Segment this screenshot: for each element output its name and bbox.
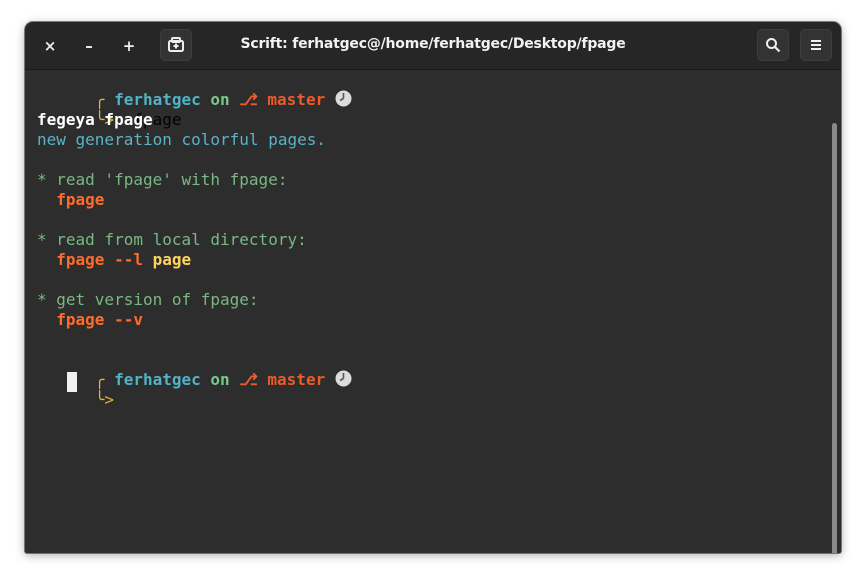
title-bar: × – + Scrift: ferhatgec@/home/ferhatgec/… <box>25 22 841 70</box>
search-button[interactable] <box>757 29 789 61</box>
usage-command: fpage <box>56 310 105 329</box>
usage-comment: * read from local directory: <box>37 230 307 249</box>
prompt-branch: master <box>267 370 326 389</box>
prompt-branch: master <box>267 90 326 109</box>
hamburger-menu-icon <box>811 40 821 50</box>
terminal-window: × – + Scrift: ferhatgec@/home/ferhatgec/… <box>25 22 841 553</box>
terminal-area[interactable]: ╭ ferhatgec on ⎇ master ╰> fpage fegeya … <box>25 70 841 553</box>
prompt-user: ferhatgec <box>114 370 201 389</box>
prompt-on: on <box>210 90 230 109</box>
usage-example: fpage --v <box>37 310 143 330</box>
usage-command: fpage <box>56 190 105 209</box>
close-button[interactable]: × <box>37 33 63 59</box>
clock-icon <box>335 90 352 107</box>
window-title: Scrift: ferhatgec@/home/ferhatgec/Deskto… <box>240 36 626 52</box>
output-tagline: new generation colorful pages. <box>37 130 326 149</box>
prompt-line: ╭ ferhatgec on ⎇ master <box>37 70 352 109</box>
git-branch-icon: ⎇ <box>239 370 258 389</box>
usage-flag: --v <box>114 310 143 329</box>
usage-flag: --l <box>114 250 143 269</box>
command-line: ╰> fpage <box>37 90 182 129</box>
output-heading: fegeya fpage <box>37 110 153 129</box>
git-branch-icon: ⎇ <box>239 90 258 109</box>
prompt-line: ╭ ferhatgec on ⎇ master <box>37 350 352 389</box>
clock-icon <box>335 370 352 387</box>
new-tab-button[interactable] <box>160 29 192 61</box>
maximize-button[interactable]: + <box>116 33 142 59</box>
prompt-on: on <box>210 370 230 389</box>
menu-button[interactable] <box>800 29 832 61</box>
usage-argument: page <box>152 250 192 269</box>
minimize-button[interactable]: – <box>76 33 102 59</box>
new-tab-icon <box>168 37 184 52</box>
text-cursor <box>67 372 77 392</box>
search-icon <box>766 38 781 53</box>
usage-example: fpage <box>37 190 104 210</box>
usage-example: fpage --l page <box>37 250 191 270</box>
usage-command: fpage <box>56 250 105 269</box>
usage-comment: * get version of fpage: <box>37 290 259 309</box>
usage-comment: * read 'fpage' with fpage: <box>37 170 288 189</box>
prompt-arrow: ╰> <box>94 390 115 409</box>
scrollbar[interactable] <box>832 123 837 553</box>
